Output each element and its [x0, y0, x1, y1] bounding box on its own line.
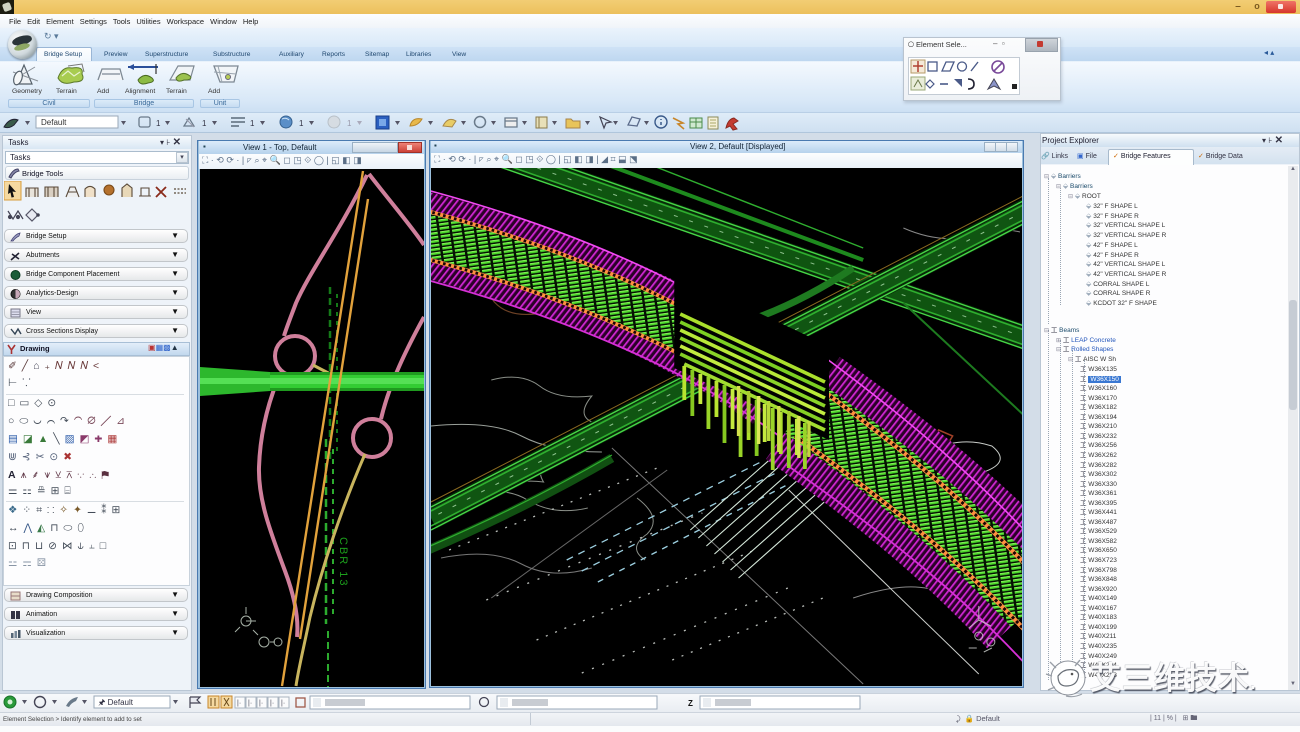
svg-text:|·: |· [270, 700, 274, 707]
svg-text:1: 1 [156, 119, 161, 128]
svg-text:🖈 Default: 🖈 Default [98, 698, 134, 707]
svg-text:1: 1 [299, 119, 304, 128]
svg-text:1: 1 [250, 119, 255, 128]
svg-text:1: 1 [347, 119, 352, 128]
svg-text:|·: |· [259, 700, 263, 707]
svg-text:|·: |· [237, 700, 241, 707]
svg-text:|·: |· [281, 700, 285, 707]
svg-text:1: 1 [202, 119, 207, 128]
svg-text:Z: Z [688, 699, 693, 708]
svg-text:|·: |· [248, 700, 252, 707]
svg-text:Default: Default [41, 118, 67, 127]
svg-text:CBR 13: CBR 13 [337, 537, 349, 588]
